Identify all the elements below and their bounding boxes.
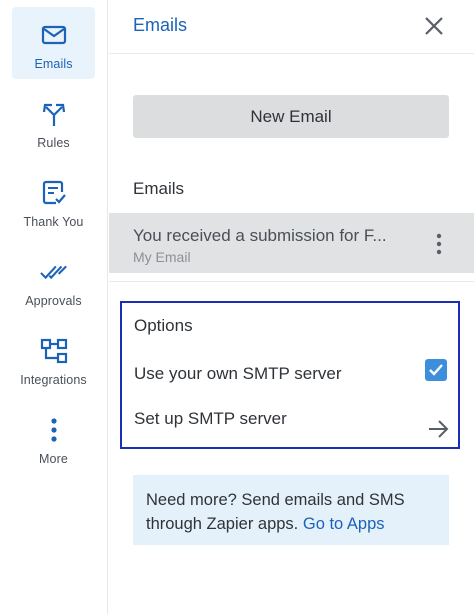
integrations-icon — [40, 337, 68, 365]
email-list-item[interactable]: You received a submission for F... My Em… — [109, 213, 474, 273]
sidebar-item-label: Thank You — [23, 215, 84, 229]
sidebar-item-label: More — [39, 452, 68, 466]
sidebar-item-label: Rules — [37, 136, 70, 150]
double-check-icon — [39, 258, 68, 286]
sidebar-item-integrations[interactable]: Integrations — [12, 323, 95, 395]
sidebar-item-rules[interactable]: Rules — [12, 86, 95, 158]
checkmark-icon — [429, 364, 443, 376]
sidebar-item-label: Integrations — [20, 373, 87, 387]
use-own-smtp-checkbox[interactable] — [425, 359, 447, 381]
split-arrows-icon — [40, 100, 68, 128]
emails-section-title: Emails — [133, 179, 185, 198]
zapier-info-box: Need more? Send emails and SMS through Z… — [133, 475, 449, 545]
email-subtitle: My Email — [133, 249, 191, 265]
close-icon — [425, 17, 443, 35]
emails-panel: Emails New Email Emails You received a s… — [109, 0, 474, 614]
go-to-apps-link[interactable]: Go to Apps — [303, 515, 385, 533]
envelope-icon — [40, 21, 68, 49]
sidebar-item-label: Approvals — [25, 294, 82, 308]
sidebar-item-approvals[interactable]: Approvals — [12, 244, 95, 316]
vertical-dots-icon — [40, 416, 68, 444]
sidebar-item-emails[interactable]: Emails — [12, 7, 95, 79]
sidebar-item-more[interactable]: More — [12, 402, 95, 474]
setup-smtp-label[interactable]: Set up SMTP server — [134, 409, 287, 429]
options-title: Options — [134, 316, 193, 335]
kebab-menu-icon — [436, 233, 442, 255]
email-menu-button[interactable] — [434, 233, 444, 255]
sidebar: Emails Rules Thank You Approvals Integra… — [0, 0, 108, 614]
use-own-smtp-label: Use your own SMTP server — [134, 364, 342, 383]
panel-header: Emails — [109, 0, 474, 54]
form-check-icon — [40, 179, 68, 207]
setup-smtp-arrow-button[interactable] — [427, 418, 449, 440]
sidebar-item-label: Emails — [34, 57, 73, 71]
panel-title: Emails — [133, 15, 188, 35]
email-subject: You received a submission for F... — [133, 226, 387, 245]
sidebar-item-thank-you[interactable]: Thank You — [12, 165, 95, 237]
close-button[interactable] — [422, 14, 446, 38]
arrow-right-icon — [429, 420, 449, 438]
divider — [109, 281, 474, 282]
new-email-button[interactable]: New Email — [133, 95, 449, 138]
options-section: Options Use your own SMTP server Set up … — [120, 301, 460, 449]
